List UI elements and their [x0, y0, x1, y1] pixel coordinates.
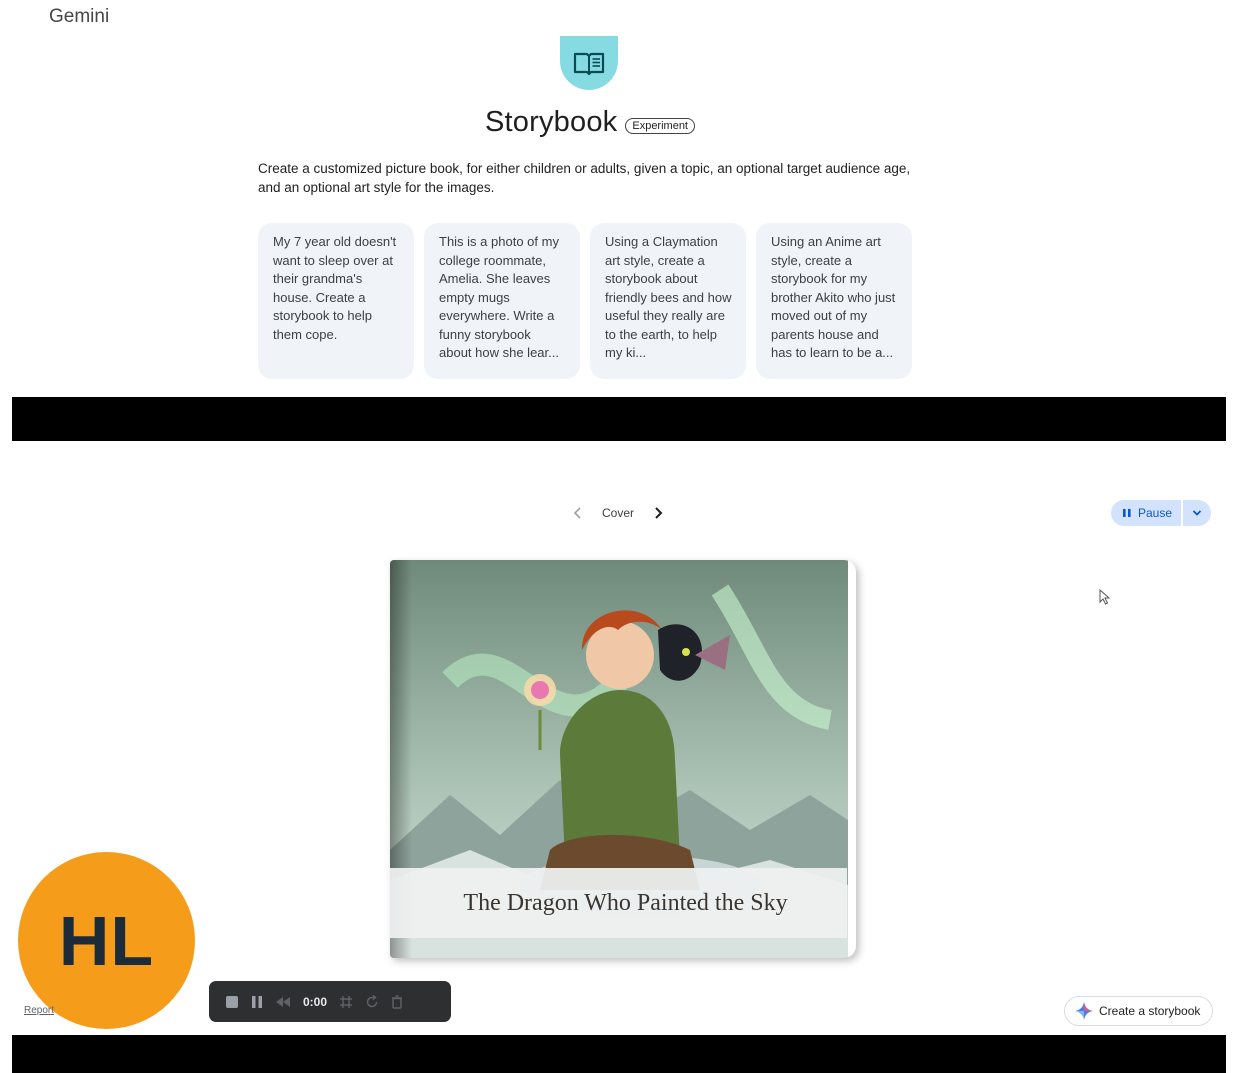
prompt-card[interactable]: Using an Anime art style, create a story… — [756, 223, 912, 379]
grid-icon[interactable] — [339, 995, 353, 1009]
pause-label: Pause — [1138, 506, 1173, 520]
chevron-down-icon — [1192, 510, 1202, 516]
letterbox-bar-top — [12, 397, 1226, 441]
create-storybook-label: Create a storybook — [1099, 1004, 1201, 1018]
pause-icon[interactable] — [251, 995, 263, 1009]
chevron-left-icon[interactable] — [568, 503, 588, 523]
experiment-badge: Experiment — [625, 117, 695, 134]
recorder-time: 0:00 — [303, 994, 328, 1009]
prompt-suggestions: My 7 year old doesn't want to sleep over… — [258, 223, 912, 379]
mouse-cursor-icon — [1099, 589, 1111, 605]
stop-icon[interactable] — [225, 995, 239, 1009]
app-brand[interactable]: Gemini — [49, 6, 109, 28]
pause-button[interactable]: Pause — [1111, 500, 1182, 526]
playback-control: Pause — [1111, 500, 1212, 526]
prompt-card[interactable]: My 7 year old doesn't want to sleep over… — [258, 223, 414, 379]
gem-icon-badge — [560, 36, 618, 90]
open-book-icon — [573, 52, 605, 76]
playback-options-button[interactable] — [1183, 500, 1212, 526]
report-link[interactable]: Report — [24, 1005, 54, 1016]
webcam-avatar: HL — [18, 852, 195, 1029]
avatar-initials: HL — [58, 901, 155, 980]
gem-title-row: Storybook Experiment — [0, 106, 1180, 139]
trash-icon[interactable] — [391, 994, 403, 1009]
create-storybook-button[interactable]: Create a storybook — [1064, 996, 1213, 1026]
page-label: Cover — [602, 506, 635, 520]
prompt-card[interactable]: This is a photo of my college roommate, … — [424, 223, 580, 379]
cover-title-band: The Dragon Who Painted the Sky — [390, 868, 847, 938]
gem-description: Create a customized picture book, for ei… — [258, 161, 911, 195]
letterbox-bar-bottom — [12, 1035, 1226, 1073]
storybook-cover[interactable]: The Dragon Who Painted the Sky — [390, 560, 856, 958]
restart-icon[interactable] — [365, 994, 379, 1009]
chevron-right-icon[interactable] — [648, 503, 668, 523]
sparkle-icon — [1075, 1002, 1093, 1020]
rewind-icon[interactable] — [275, 996, 291, 1008]
book-title: The Dragon Who Painted the Sky — [463, 889, 788, 916]
page-navigator: Cover — [568, 503, 668, 523]
pause-icon — [1123, 509, 1131, 517]
gem-title: Storybook — [484, 106, 618, 138]
screen-recorder-toolbar: 0:00 — [209, 981, 451, 1022]
prompt-card[interactable]: Using a Claymation art style, create a s… — [590, 223, 746, 379]
